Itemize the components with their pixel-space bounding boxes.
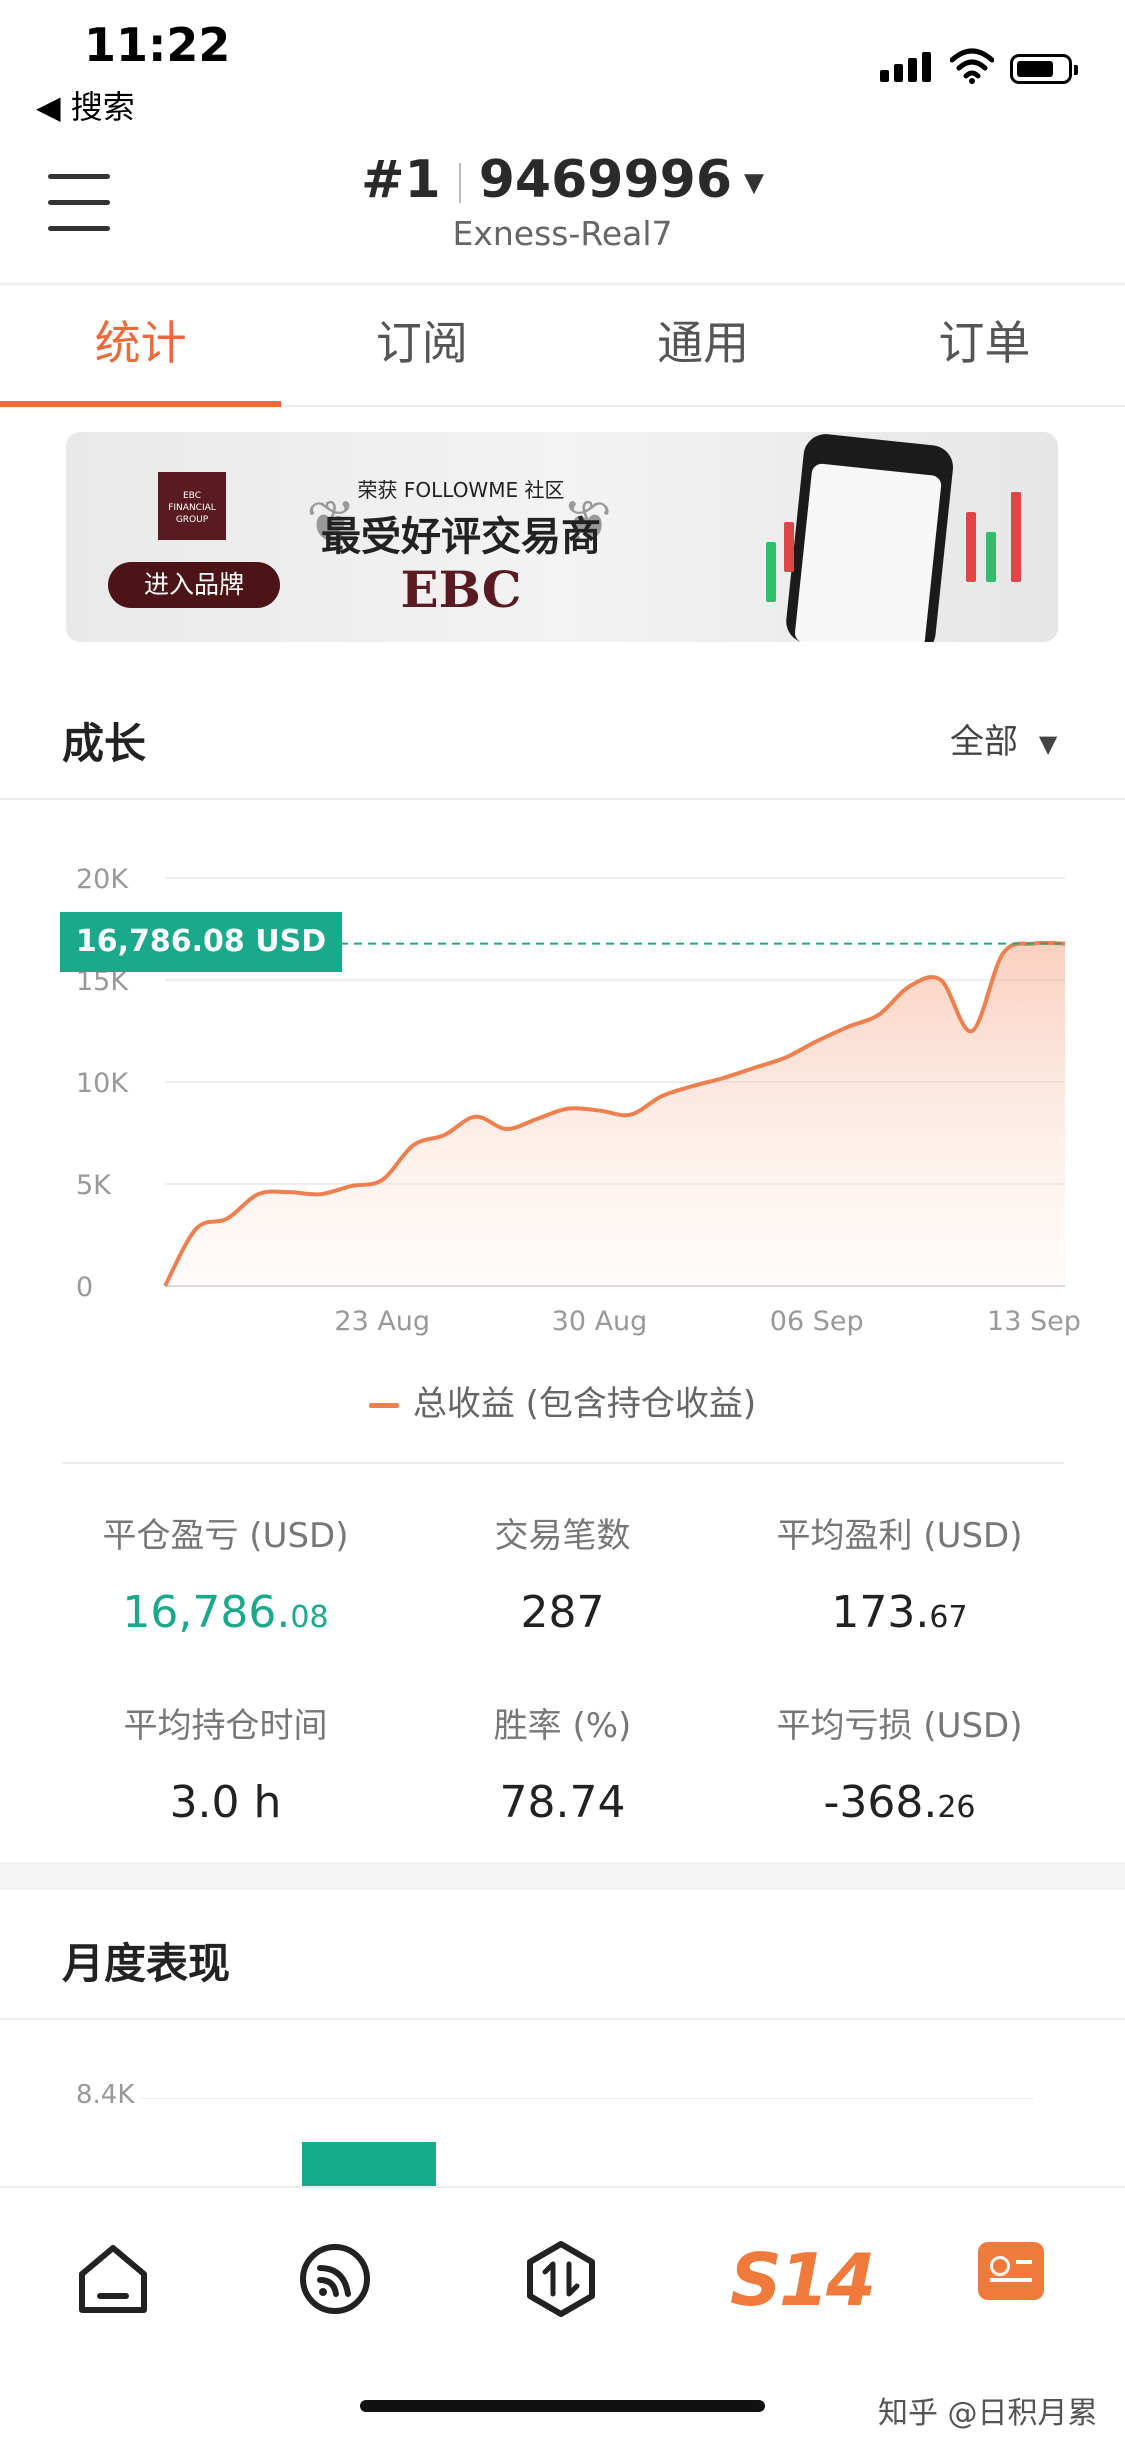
section-divider (0, 2018, 1125, 2020)
stat-value-dec: 67 (929, 1600, 968, 1635)
caret-down-icon: ▼ (1038, 729, 1058, 758)
y-tick-label: 10K (76, 1068, 129, 1099)
s14-logo[interactable]: S14 (730, 2238, 876, 2322)
trade-icon[interactable] (516, 2234, 606, 2324)
enter-brand-button[interactable]: 进入品牌 (108, 562, 280, 608)
monthly-gridline (140, 2098, 1034, 2099)
legend-label: 总收益 (包含持仓收益) (412, 1384, 757, 1424)
stat-trade-count: 交易笔数 287 (375, 1508, 750, 1638)
tab-statistics[interactable]: 统计 (0, 285, 282, 407)
tab-general[interactable]: 通用 (563, 285, 844, 405)
stat-value-int: 3.0 h (169, 1777, 282, 1828)
chart-legend: 总收益 (包含持仓收益) (0, 1376, 1125, 1425)
monthly-title: 月度表现 (62, 1939, 231, 1988)
x-tick-label: 30 Aug (552, 1306, 648, 1337)
wifi-icon (950, 48, 994, 84)
account-selector[interactable]: #1 9469996 ▼ (0, 150, 1125, 210)
phone-illustration (784, 432, 956, 642)
banner-subtitle: 荣获 FOLLOWME 社区 (357, 478, 565, 502)
stat-label: 胜率 (%) (493, 1706, 632, 1746)
section-gap (0, 1862, 1125, 1890)
stat-label: 交易笔数 (494, 1516, 631, 1556)
stat-value: 287 (375, 1587, 750, 1638)
candle-illustration (784, 522, 794, 572)
stat-value-dec: 26 (937, 1790, 976, 1825)
legend-swatch (368, 1403, 399, 1408)
stat-label: 平均盈利 (USD) (776, 1516, 1023, 1556)
cellular-signal-icon (880, 52, 931, 82)
home-icon[interactable] (68, 2234, 158, 2324)
stat-value-int: -368. (823, 1777, 938, 1828)
section-divider (0, 798, 1125, 800)
range-filter[interactable]: 全部 ▼ (950, 714, 1057, 763)
monthly-y-tick: 8.4K (76, 2080, 135, 2110)
promo-banner[interactable]: EBC FINANCIAL GROUP 进入品牌 ❦ ❦ 荣获 FOLLOWME… (66, 432, 1058, 642)
stat-avg-loss: 平均亏损 (USD) -368.26 (712, 1698, 1087, 1828)
tab-orders[interactable]: 订单 (844, 285, 1125, 405)
battery-icon (1010, 54, 1078, 84)
stat-avg-profit: 平均盈利 (USD) 173.67 (712, 1508, 1087, 1638)
account-rank: #1 (360, 150, 441, 210)
stat-value: 173.67 (712, 1587, 1087, 1638)
profile-card-icon[interactable] (978, 2242, 1044, 2300)
stat-value-int: 173. (831, 1587, 930, 1638)
chevron-down-icon: ▼ (744, 168, 765, 198)
ebc-logo: EBC FINANCIAL GROUP (158, 472, 226, 540)
y-tick-label: 0 (76, 1272, 93, 1303)
stat-avg-hold-time: 平均持仓时间 3.0 h (38, 1698, 413, 1828)
candle-illustration (766, 542, 776, 602)
stat-value-dec: 08 (290, 1600, 329, 1635)
stat-value: 3.0 h (38, 1777, 413, 1828)
y-tick-label: 20K (76, 864, 129, 895)
tab-subscribe[interactable]: 订阅 (281, 285, 562, 405)
status-time: 11:22 (84, 18, 231, 72)
stat-value: 16,786.08 (38, 1587, 413, 1638)
feed-icon[interactable] (290, 2234, 380, 2324)
candle-illustration (1011, 492, 1021, 582)
stat-win-rate: 胜率 (%) 78.74 (375, 1698, 750, 1828)
range-filter-label: 全部 (950, 722, 1018, 762)
watermark: 知乎 @日积月累 (878, 2396, 1098, 2431)
stat-value-int: 78.74 (499, 1777, 626, 1828)
stat-value-int: 16,786. (122, 1587, 291, 1638)
back-to-search[interactable]: ◀ 搜索 (36, 82, 135, 128)
stat-label: 平仓盈亏 (USD) (102, 1516, 349, 1556)
growth-title: 成长 (62, 719, 147, 768)
stat-label: 平均亏损 (USD) (776, 1706, 1023, 1746)
banner-title: 最受好评交易商 (321, 514, 601, 560)
x-tick-label: 23 Aug (334, 1306, 430, 1337)
banner-brand: EBC (400, 560, 522, 619)
x-tick-label: 06 Sep (770, 1306, 864, 1337)
section-divider (62, 1462, 1064, 1464)
candle-illustration (966, 512, 976, 582)
account-number: 9469996 (478, 150, 733, 210)
stat-value: -368.26 (712, 1777, 1087, 1828)
tab-bar: 统计 订阅 通用 订单 (0, 283, 1125, 407)
account-server: Exness-Real7 (452, 214, 673, 253)
stat-label: 平均持仓时间 (123, 1706, 328, 1746)
stat-value: 78.74 (375, 1777, 750, 1828)
stat-closed-pnl: 平仓盈亏 (USD) 16,786.08 (38, 1508, 413, 1638)
home-indicator (360, 2400, 765, 2412)
stat-value-int: 287 (520, 1587, 605, 1638)
y-tick-label: 5K (76, 1170, 112, 1201)
x-tick-label: 13 Sep (987, 1306, 1081, 1337)
candle-illustration (986, 532, 996, 582)
monthly-bar[interactable] (302, 2142, 436, 2186)
current-value-tag: 16,786.08 USD (60, 912, 342, 972)
